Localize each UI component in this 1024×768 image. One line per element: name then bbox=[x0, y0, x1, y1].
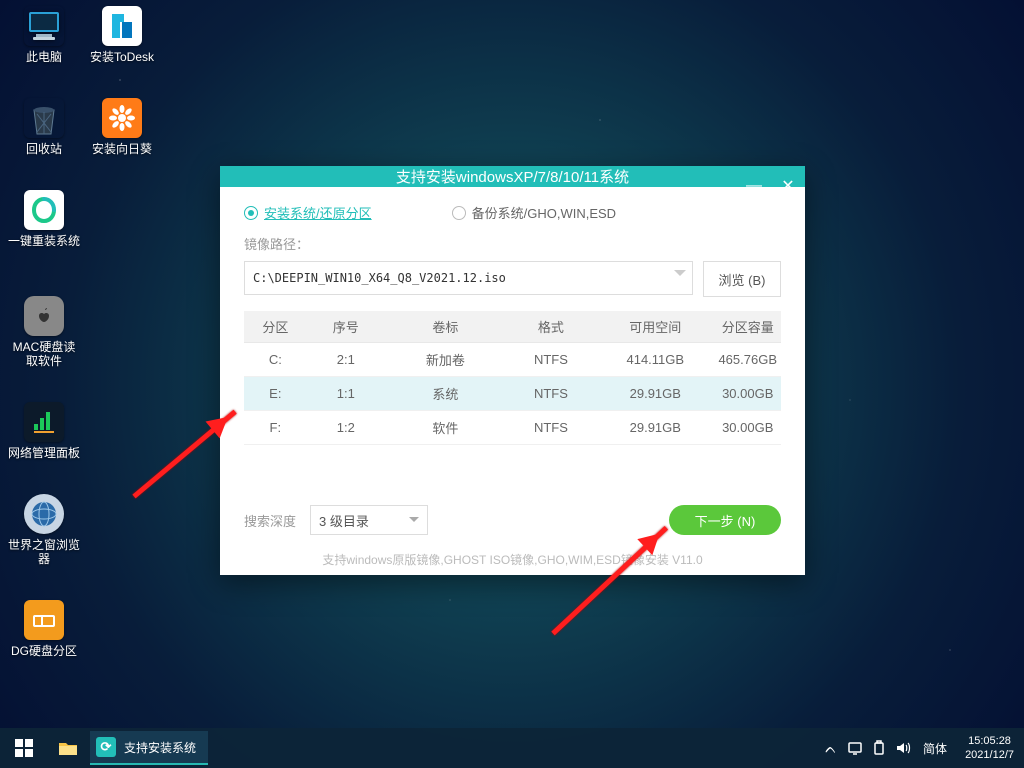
radio-dot-icon bbox=[244, 206, 258, 220]
col-partition: 分区 bbox=[244, 311, 307, 343]
network-icon[interactable] bbox=[843, 728, 867, 768]
browse-button[interactable]: 浏览 (B) bbox=[703, 261, 781, 297]
taskbar-clock[interactable]: 15:05:28 2021/12/7 bbox=[955, 734, 1024, 762]
taskbar-app-installer[interactable]: ⟳ 支持安装系统 bbox=[90, 731, 208, 765]
taskbar: ⟳ 支持安装系统 ᨈ 简体 15:05:28 2021/12/7 bbox=[0, 728, 1024, 768]
image-path-dropdown[interactable]: C:\DEEPIN_WIN10_X64_Q8_V2021.12.iso bbox=[244, 261, 693, 295]
col-free-space: 可用空间 bbox=[596, 311, 714, 343]
col-volume: 卷标 bbox=[385, 311, 506, 343]
col-filesystem: 格式 bbox=[506, 311, 596, 343]
icon-label: 世界之窗浏览器 bbox=[8, 538, 80, 566]
battery-icon[interactable] bbox=[867, 728, 891, 768]
sunflower-icon bbox=[102, 98, 142, 138]
tray-chevron-icon[interactable]: ᨈ bbox=[819, 728, 843, 768]
window-body: 安装系统/还原分区 备份系统/GHO,WIN,ESD 镜像路径： C:\DEEP… bbox=[220, 187, 805, 576]
clock-time: 15:05:28 bbox=[965, 734, 1014, 748]
search-depth-value: 3 级目录 bbox=[319, 511, 369, 530]
titlebar[interactable]: 支持安装windowsXP/7/8/10/11系统 — ✕ bbox=[220, 166, 805, 187]
icon-label: 安装ToDesk bbox=[86, 50, 158, 64]
desktop-icon-onekey-reinstall[interactable]: 一键重装系统 bbox=[8, 190, 80, 248]
table-row[interactable]: C:2:1新加卷NTFS414.11GB465.76GB bbox=[244, 343, 781, 377]
image-path-label: 镜像路径： bbox=[244, 234, 781, 253]
desktop-icon-recycle-bin[interactable]: 回收站 bbox=[8, 98, 80, 156]
volume-icon[interactable] bbox=[891, 728, 915, 768]
network-panel-icon bbox=[24, 402, 64, 442]
next-button[interactable]: 下一步 (N) bbox=[669, 505, 781, 535]
installer-window: 支持安装windowsXP/7/8/10/11系统 — ✕ 安装系统/还原分区 … bbox=[220, 166, 805, 575]
col-index: 序号 bbox=[307, 311, 385, 343]
desktop-icon-this-pc[interactable]: 此电脑 bbox=[8, 6, 80, 64]
start-button[interactable] bbox=[0, 728, 48, 768]
icon-label: DG硬盘分区 bbox=[8, 644, 80, 658]
icon-label: 回收站 bbox=[8, 142, 80, 156]
app-icon: ⟳ bbox=[96, 737, 116, 757]
search-depth-label: 搜索深度 bbox=[244, 511, 296, 530]
table-row-selected[interactable]: E:1:1系统NTFS29.91GB30.00GB bbox=[244, 377, 781, 411]
desktop: 此电脑 安装ToDesk 回收站 安装向日葵 一键重装系统 MAC硬盘读取软件 bbox=[0, 0, 1024, 768]
ime-indicator[interactable]: 简体 bbox=[915, 740, 955, 757]
clock-date: 2021/12/7 bbox=[965, 748, 1014, 762]
radio-install-restore[interactable]: 安装系统/还原分区 bbox=[244, 203, 372, 222]
taskbar-app-label: 支持安装系统 bbox=[124, 739, 196, 756]
icon-label: 此电脑 bbox=[8, 50, 80, 64]
desktop-icon-todesk[interactable]: 安装ToDesk bbox=[86, 6, 158, 64]
radio-label: 安装系统/还原分区 bbox=[264, 203, 372, 222]
footer-hint: 支持windows原版镜像,GHOST ISO镜像,GHO,WIM,ESD镜像安… bbox=[244, 551, 781, 568]
browser-icon bbox=[24, 494, 64, 534]
icon-label: 安装向日葵 bbox=[86, 142, 158, 156]
onekey-icon bbox=[24, 190, 64, 230]
pc-icon bbox=[24, 6, 64, 46]
search-depth-select[interactable]: 3 级目录 bbox=[310, 505, 428, 535]
icon-label: 网络管理面板 bbox=[8, 446, 80, 460]
radio-label: 备份系统/GHO,WIN,ESD bbox=[472, 203, 616, 222]
recycle-bin-icon bbox=[24, 98, 64, 138]
desktop-icon-sunflower[interactable]: 安装向日葵 bbox=[86, 98, 158, 156]
desktop-icon-mac-disk-reader[interactable]: MAC硬盘读取软件 bbox=[8, 296, 80, 368]
image-path-value: C:\DEEPIN_WIN10_X64_Q8_V2021.12.iso bbox=[253, 271, 506, 285]
col-total-size: 分区容量 bbox=[714, 311, 781, 343]
partition-table: 分区 序号 卷标 格式 可用空间 分区容量 C:2:1新加卷NTFS414.11… bbox=[244, 311, 781, 445]
radio-backup[interactable]: 备份系统/GHO,WIN,ESD bbox=[452, 203, 616, 222]
table-row[interactable]: F:1:2软件NTFS29.91GB30.00GB bbox=[244, 411, 781, 445]
file-explorer-button[interactable] bbox=[48, 728, 88, 768]
todesk-icon bbox=[102, 6, 142, 46]
desktop-icon-theworld-browser[interactable]: 世界之窗浏览器 bbox=[8, 494, 80, 566]
icon-label: 一键重装系统 bbox=[8, 234, 80, 248]
desktop-icon-dg-partition[interactable]: DG硬盘分区 bbox=[8, 600, 80, 658]
dg-icon bbox=[24, 600, 64, 640]
window-title: 支持安装windowsXP/7/8/10/11系统 bbox=[396, 166, 629, 187]
radio-dot-icon bbox=[452, 206, 466, 220]
desktop-icon-network-panel[interactable]: 网络管理面板 bbox=[8, 402, 80, 460]
chevron-down-icon bbox=[409, 517, 419, 527]
chevron-down-icon bbox=[674, 270, 686, 282]
mac-disk-icon bbox=[24, 296, 64, 336]
system-tray: ᨈ 简体 15:05:28 2021/12/7 bbox=[819, 728, 1024, 768]
icon-label: MAC硬盘读取软件 bbox=[8, 340, 80, 368]
